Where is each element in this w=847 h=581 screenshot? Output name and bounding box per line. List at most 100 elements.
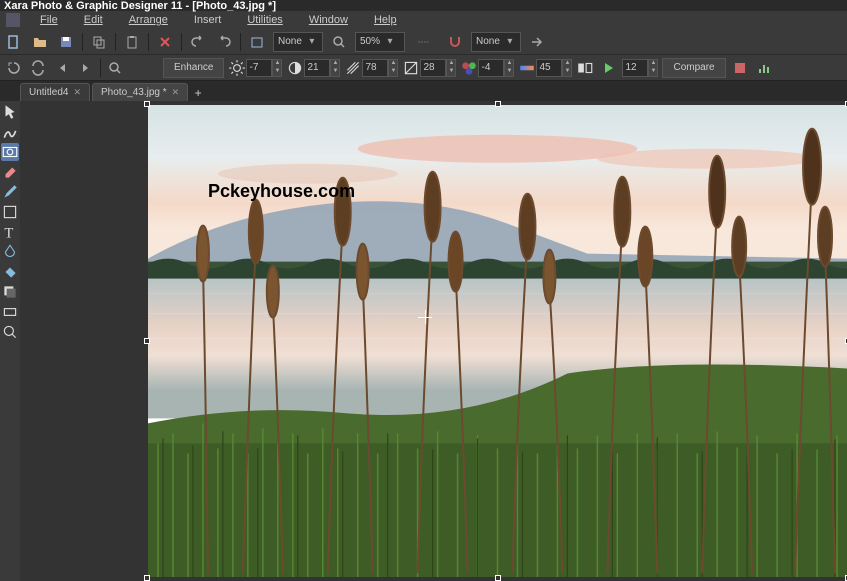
brightness-input[interactable] (246, 59, 272, 77)
new-tab-button[interactable]: + (190, 85, 206, 101)
spin-buttons[interactable]: ▲▼ (648, 59, 658, 77)
photo-toolbar: Enhance ▲▼ ▲▼ ▲▼ ▲▼ ▲▼ ▲▼ ▲▼ Compare (0, 55, 847, 81)
resize-handle[interactable] (495, 575, 501, 581)
levels-button[interactable] (754, 58, 774, 78)
crossfade-icon (576, 59, 594, 77)
menu-arrange[interactable]: Arrange (117, 13, 180, 27)
svg-text:T: T (4, 226, 13, 241)
menu-utilities[interactable]: Utilities (235, 13, 294, 27)
saturation-input[interactable] (362, 59, 388, 77)
crossfade-spinner[interactable] (576, 58, 594, 78)
paste-button[interactable] (122, 32, 142, 52)
watermark-text: Pckeyhouse.com (208, 181, 355, 202)
enhance-button[interactable]: Enhance (163, 58, 224, 78)
save-button[interactable] (56, 32, 76, 52)
title-bar: Xara Photo & Graphic Designer 11 - [Phot… (0, 0, 847, 11)
resize-handle[interactable] (144, 338, 150, 344)
temp-spinner[interactable]: ▲▼ (518, 58, 572, 78)
dropdown-arrow-icon: ▾ (504, 36, 516, 47)
snap-combo[interactable]: None▾ (471, 32, 521, 52)
separator (82, 33, 83, 51)
saturation-spinner[interactable]: ▲▼ (344, 58, 398, 78)
contrast-input[interactable] (304, 59, 330, 77)
delete-button[interactable] (155, 32, 175, 52)
close-icon[interactable]: ✕ (172, 87, 180, 98)
document-tabs: Untitled4 ✕ Photo_43.jpg * ✕ + (0, 81, 847, 101)
play-button[interactable] (598, 58, 618, 78)
zoom-combo[interactable]: 50% ▾ (355, 32, 405, 52)
zoom-tool[interactable] (1, 323, 19, 341)
redo-button[interactable] (214, 32, 234, 52)
separator (181, 33, 182, 51)
menu-window[interactable]: Window (297, 13, 360, 27)
transparency-tool[interactable] (1, 243, 19, 261)
tab-photo[interactable]: Photo_43.jpg * ✕ (92, 83, 188, 101)
fill-tool[interactable] (1, 263, 19, 281)
contrast-spinner[interactable]: ▲▼ (286, 58, 340, 78)
menu-insert[interactable]: Insert (182, 13, 234, 27)
zoom-value: 50% (360, 36, 380, 47)
prev-button[interactable] (52, 58, 72, 78)
new-button[interactable] (4, 32, 24, 52)
resize-handle[interactable] (495, 101, 501, 107)
dropdown-arrow-icon: ▾ (384, 36, 396, 47)
hue-icon (460, 59, 478, 77)
hue-input[interactable] (478, 59, 504, 77)
quality-combo[interactable]: None▾ (273, 32, 323, 52)
share-button[interactable] (527, 32, 547, 52)
separator (240, 33, 241, 51)
separator (100, 59, 101, 77)
spin-buttons[interactable]: ▲▼ (446, 59, 456, 77)
main-toolbar: None▾ 50%▾ None▾ (0, 29, 847, 55)
temperature-icon (518, 59, 536, 77)
close-icon[interactable]: ✕ (73, 87, 81, 98)
brush-presets-button[interactable] (730, 58, 750, 78)
work-area: T (0, 101, 847, 581)
next-button[interactable] (76, 58, 96, 78)
zoom-tool-button[interactable] (105, 58, 125, 78)
hue-spinner[interactable]: ▲▼ (460, 58, 514, 78)
resize-handle[interactable] (144, 101, 150, 107)
canvas-viewport[interactable]: Pckeyhouse.com (20, 101, 847, 581)
noise-spinner[interactable]: ▲▼ (622, 58, 658, 78)
spin-buttons[interactable]: ▲▼ (330, 59, 340, 77)
menu-help[interactable]: Help (362, 13, 409, 27)
sharpness-spinner[interactable]: ▲▼ (402, 58, 456, 78)
eraser-tool[interactable] (1, 163, 19, 181)
noise-input[interactable] (622, 59, 648, 77)
loop-button[interactable] (28, 58, 48, 78)
shape-tool[interactable] (1, 203, 19, 221)
selector-tool[interactable] (1, 103, 19, 121)
menu-edit[interactable]: Edit (72, 13, 115, 27)
undo-nav-button[interactable] (4, 58, 24, 78)
brightness-spinner[interactable]: ▲▼ (228, 58, 282, 78)
sharpness-input[interactable] (420, 59, 446, 77)
magnet-icon[interactable] (445, 32, 465, 52)
compare-button[interactable]: Compare (662, 58, 725, 78)
text-tool[interactable]: T (1, 223, 19, 241)
rectangle-tool[interactable] (1, 303, 19, 321)
temp-input[interactable] (536, 59, 562, 77)
app-icon (6, 13, 20, 27)
photo-tool[interactable] (1, 143, 19, 161)
quality-value: None (278, 36, 302, 47)
spin-buttons[interactable]: ▲▼ (504, 59, 514, 77)
undo-button[interactable] (188, 32, 208, 52)
canvas[interactable]: Pckeyhouse.com (148, 105, 847, 577)
tab-untitled[interactable]: Untitled4 ✕ (20, 83, 90, 101)
saturation-icon (344, 59, 362, 77)
open-button[interactable] (30, 32, 50, 52)
crosshair-cursor (418, 310, 432, 324)
zoom-icon[interactable] (329, 32, 349, 52)
menu-file[interactable]: File (28, 13, 70, 27)
freehand-tool[interactable] (1, 123, 19, 141)
copy-button[interactable] (89, 32, 109, 52)
spin-buttons[interactable]: ▲▼ (388, 59, 398, 77)
spin-buttons[interactable]: ▲▼ (562, 59, 572, 77)
brush-tool[interactable] (1, 183, 19, 201)
clipboard-button[interactable] (247, 32, 267, 52)
dash-line-icon (411, 32, 439, 52)
shadow-tool[interactable] (1, 283, 19, 301)
resize-handle[interactable] (144, 575, 150, 581)
spin-buttons[interactable]: ▲▼ (272, 59, 282, 77)
